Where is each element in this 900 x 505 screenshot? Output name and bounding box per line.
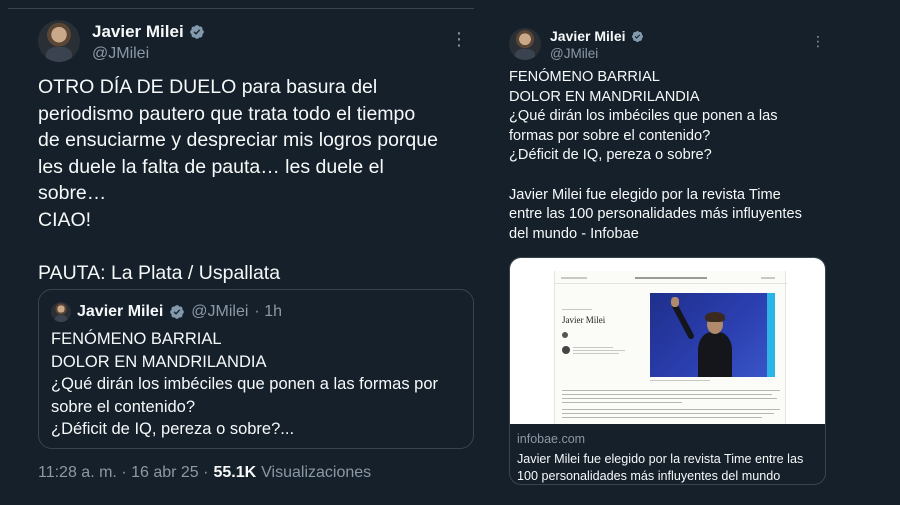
link-preview-footer[interactable]: infobae.com Javier Milei fue elegido por… — [510, 424, 825, 484]
author-name: Javier Milei — [77, 303, 164, 320]
original-tweet[interactable]: Javier Milei @JMilei ⋮ FENÓMENO BARRIAL … — [495, 0, 835, 505]
views-count[interactable]: 55.1K — [213, 464, 256, 482]
verified-badge-icon — [631, 30, 644, 43]
tweet-age[interactable]: · 1h — [254, 303, 282, 321]
tweet-timestamp: 11:28 a. m. · 16 abr 25 · 55.1K Visualiz… — [38, 464, 371, 482]
tweet-author[interactable]: Javier Milei @JMilei — [509, 28, 644, 61]
link-preview-image[interactable]: Javier Milei — [510, 258, 825, 424]
author-handle: @JMilei — [191, 303, 249, 320]
author-name[interactable]: Javier Milei — [92, 22, 184, 42]
avatar[interactable] — [38, 20, 80, 62]
quoted-tweet[interactable]: Javier Milei @JMilei · 1h FENÓMENO BARRI… — [38, 289, 474, 449]
avatar[interactable] — [509, 28, 541, 60]
verified-badge-icon — [189, 24, 205, 40]
quoted-tweet-author[interactable]: Javier Milei @JMilei · 1h — [51, 302, 282, 322]
verified-badge-icon — [169, 304, 185, 320]
views-label[interactable]: Visualizaciones — [261, 464, 371, 482]
author-handle[interactable]: @JMilei — [550, 46, 644, 61]
avatar[interactable] — [51, 302, 71, 322]
tweet-author[interactable]: Javier Milei @JMilei — [38, 20, 205, 63]
article-screenshot: Javier Milei — [554, 271, 787, 424]
tweet-text: FENÓMENO BARRIAL DOLOR EN MANDRILANDIA ¿… — [509, 69, 802, 242]
article-photo — [650, 293, 775, 377]
main-tweet[interactable]: Javier Milei @JMilei ⋮ OTRO DÍA DE DUELO… — [26, 0, 474, 505]
author-handle[interactable]: @JMilei — [92, 45, 205, 63]
link-preview-card[interactable]: Javier Milei infobae.com Javier Milei fu… — [509, 257, 826, 485]
more-options-icon[interactable]: ⋮ — [450, 30, 468, 48]
tweet-text: OTRO DÍA DE DUELO para basura del period… — [38, 76, 438, 284]
link-domain: infobae.com — [517, 432, 586, 446]
quoted-tweet-text: FENÓMENO BARRIAL DOLOR EN MANDRILANDIA ¿… — [51, 330, 439, 438]
more-options-icon[interactable]: ⋮ — [811, 34, 825, 48]
timestamp-text[interactable]: 11:28 a. m. · 16 abr 25 · — [38, 464, 208, 482]
author-name[interactable]: Javier Milei — [550, 28, 626, 44]
article-heading: Javier Milei — [562, 315, 606, 325]
link-title: Javier Milei fue elegido por la revista … — [517, 452, 804, 483]
